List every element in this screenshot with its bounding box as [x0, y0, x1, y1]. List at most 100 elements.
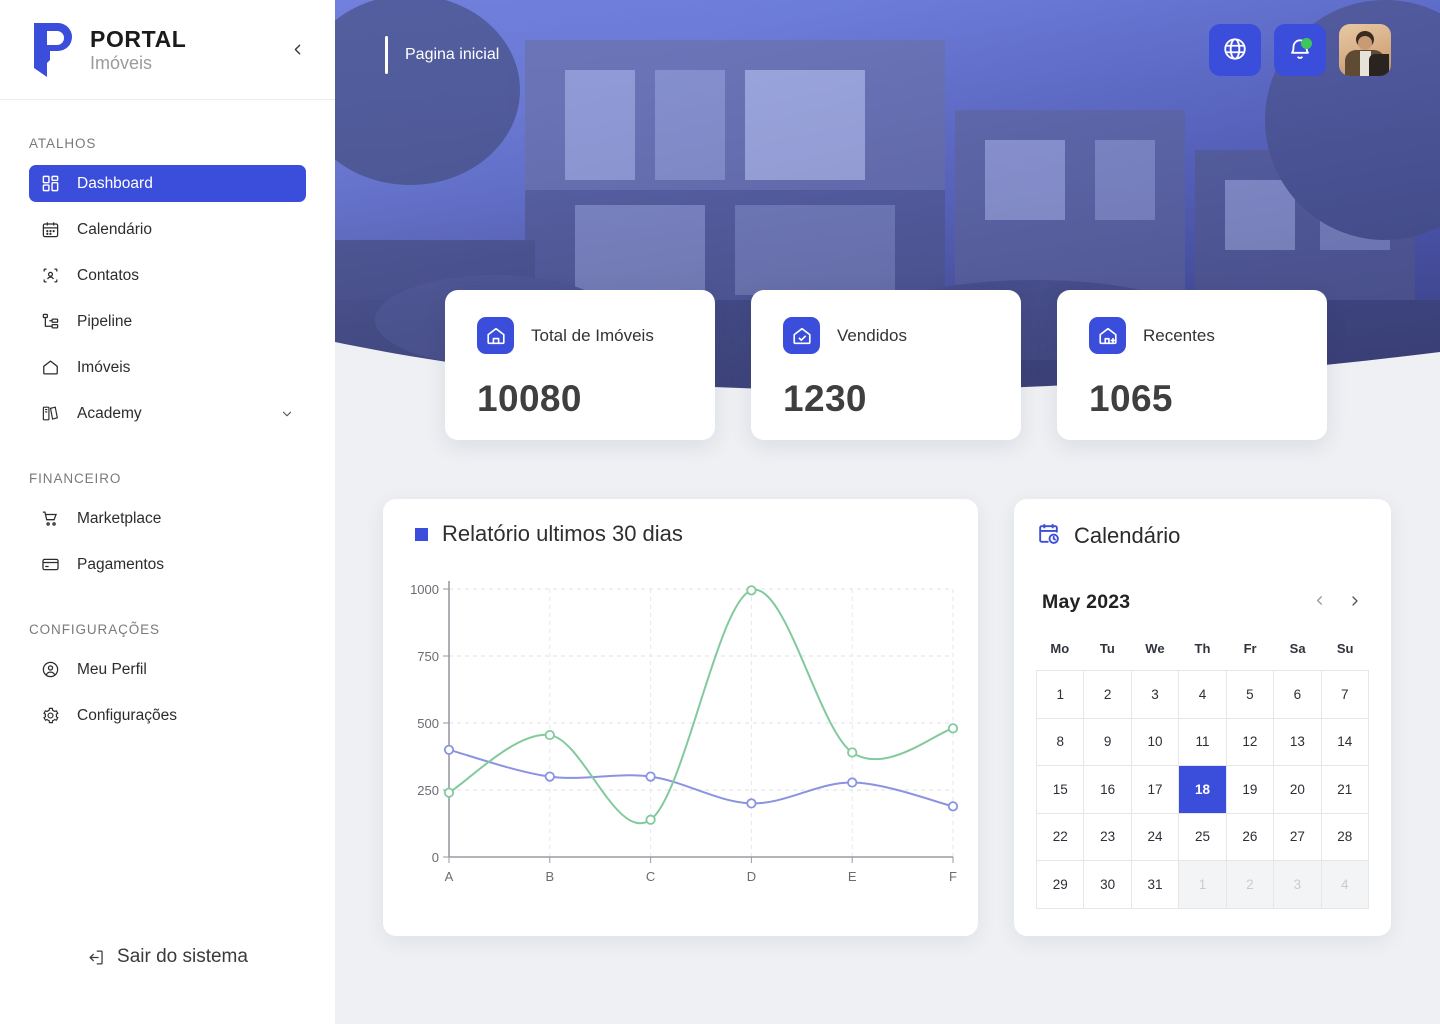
calendar-day[interactable]: 4: [1321, 861, 1369, 909]
brand-header: PORTAL Imóveis: [0, 0, 335, 100]
calendar-weekday: Sa: [1289, 641, 1306, 656]
sidebar-item-calendario[interactable]: Calendário: [29, 211, 306, 248]
sidebar-item-contatos[interactable]: Contatos: [29, 257, 306, 294]
calendar-day[interactable]: 11: [1179, 718, 1227, 766]
svg-text:500: 500: [417, 716, 439, 731]
report-panel-header: Relatório ultimos 30 dias: [401, 521, 960, 547]
calendar-weekday-row: Mo Tu We Th Fr Sa Su: [1036, 641, 1369, 670]
calendar-day[interactable]: 14: [1321, 718, 1369, 766]
sidebar-item-dashboard[interactable]: Dashboard: [29, 165, 306, 202]
stat-card-header: Recentes: [1089, 317, 1299, 354]
calendar-day[interactable]: 26: [1226, 813, 1275, 861]
svg-text:F: F: [949, 869, 957, 884]
user-circle-icon: [41, 660, 60, 679]
brand-subtitle: Imóveis: [90, 52, 153, 73]
brand-title: PORTAL: [90, 25, 187, 52]
calendar-day[interactable]: 31: [1131, 861, 1180, 909]
nav-group-spacer: [0, 592, 335, 622]
chevron-down-icon[interactable]: [280, 407, 294, 421]
calendar-day[interactable]: 23: [1084, 813, 1132, 861]
calendar-day[interactable]: 13: [1274, 718, 1322, 766]
calendar-day[interactable]: 29: [1037, 861, 1085, 909]
stat-card-vendidos: Vendidos 1230: [751, 290, 1021, 440]
calendar-day[interactable]: 9: [1084, 718, 1132, 766]
calendar-day[interactable]: 8: [1037, 718, 1085, 766]
calendar-day[interactable]: 3: [1131, 671, 1180, 719]
calendar-day[interactable]: 5: [1226, 671, 1275, 719]
calendar-day[interactable]: 2: [1084, 671, 1132, 719]
breadcrumb-divider: [385, 36, 388, 74]
calendar-day[interactable]: 2: [1226, 861, 1275, 909]
calendar-month-header: May 2023: [1036, 591, 1369, 614]
sidebar-item-configuracoes[interactable]: Configurações: [29, 697, 306, 734]
chevron-left-icon[interactable]: [283, 36, 311, 64]
calendar-day[interactable]: 3: [1274, 861, 1322, 909]
stat-card-total-imoveis: Total de Imóveis 10080: [445, 290, 715, 440]
brand-text: PORTAL Imóveis: [90, 25, 187, 73]
calendar-day[interactable]: 25: [1179, 813, 1227, 861]
sidebar-item-academy[interactable]: Academy: [29, 395, 306, 432]
breadcrumb-label[interactable]: Pagina inicial: [405, 46, 499, 64]
chevron-right-icon[interactable]: [1347, 593, 1363, 612]
calendar-day[interactable]: 24: [1131, 813, 1180, 861]
calendar-day[interactable]: 15: [1037, 766, 1085, 814]
calendar-day[interactable]: 4: [1179, 671, 1227, 719]
stat-card-recentes: Recentes 1065: [1057, 290, 1327, 440]
logout-icon: [87, 948, 106, 967]
sidebar-item-label: Pipeline: [77, 312, 133, 330]
academy-book-icon: [41, 404, 60, 423]
house-check-icon: [783, 317, 820, 354]
avatar[interactable]: [1339, 24, 1391, 76]
sidebar-item-imoveis[interactable]: Imóveis: [29, 349, 306, 386]
sidebar-item-label: Calendário: [77, 220, 152, 238]
calendar-day[interactable]: 6: [1274, 671, 1322, 719]
sidebar-item-label: Contatos: [77, 266, 140, 284]
pipeline-icon: [41, 312, 60, 331]
sidebar-item-marketplace[interactable]: Marketplace: [29, 500, 306, 537]
nav-group-spacer: [0, 441, 335, 471]
calendar-day[interactable]: 20: [1274, 766, 1322, 814]
app-root: PORTAL Imóveis ATALHOS Dashboard Calendá: [0, 0, 1440, 1024]
dashboard-panels: Relatório ultimos 30 dias 0 250 500 750 1000…: [383, 499, 1391, 936]
logout-button[interactable]: Sair do sistema: [0, 946, 335, 1024]
sidebar-item-meu-perfil[interactable]: Meu Perfil: [29, 651, 306, 688]
chevron-left-icon[interactable]: [1312, 593, 1327, 612]
header-actions: [1209, 24, 1391, 76]
calendar-day[interactable]: 12: [1226, 718, 1275, 766]
calendar-day[interactable]: 17: [1131, 766, 1180, 814]
line-chart: 0 250 500 750 1000 A B C D E F: [401, 567, 961, 897]
calendar-weekday: Mo: [1050, 641, 1070, 656]
calendar-day[interactable]: 10: [1131, 718, 1180, 766]
calendar-day[interactable]: 28: [1321, 813, 1369, 861]
calendar-day[interactable]: 19: [1226, 766, 1275, 814]
report-panel-title: Relatório ultimos 30 dias: [442, 521, 683, 546]
sidebar-item-pipeline[interactable]: Pipeline: [29, 303, 306, 340]
notification-badge: [1301, 38, 1312, 49]
sidebar-item-label: Pagamentos: [77, 555, 165, 573]
calendar-day[interactable]: 7: [1321, 671, 1369, 719]
calendar-day[interactable]: 22: [1037, 813, 1085, 861]
calendar-day[interactable]: 30: [1084, 861, 1132, 909]
calendar-day[interactable]: 21: [1321, 766, 1369, 814]
svg-text:E: E: [848, 869, 857, 884]
sidebar-item-label: Dashboard: [77, 174, 153, 192]
language-button[interactable]: [1209, 24, 1261, 76]
calendar-weekday: Su: [1336, 641, 1354, 656]
calendar-panel: Calendário May 2023 Mo Tu We Th Fr Sa Su 12345…: [1014, 499, 1391, 936]
calendar-day[interactable]: 16: [1084, 766, 1132, 814]
calendar-day[interactable]: 27: [1274, 813, 1322, 861]
main-content: Pagina inicial Total de Imóveis 10080 Ve…: [335, 0, 1440, 1024]
sidebar: PORTAL Imóveis ATALHOS Dashboard Calendá: [0, 0, 335, 1024]
calendar-day[interactable]: 1: [1179, 861, 1227, 909]
calendar-day[interactable]: 1: [1037, 671, 1085, 719]
svg-text:250: 250: [417, 783, 439, 798]
globe-icon: [1222, 36, 1248, 65]
calendar-weekday: Tu: [1099, 641, 1115, 656]
svg-text:C: C: [646, 869, 655, 884]
calendar-day-selected[interactable]: 18: [1179, 766, 1227, 814]
notifications-button[interactable]: [1274, 24, 1326, 76]
sidebar-item-pagamentos[interactable]: Pagamentos: [29, 546, 306, 583]
calendar-weekday: We: [1145, 641, 1165, 656]
house-icon: [477, 317, 514, 354]
svg-text:750: 750: [417, 649, 439, 664]
